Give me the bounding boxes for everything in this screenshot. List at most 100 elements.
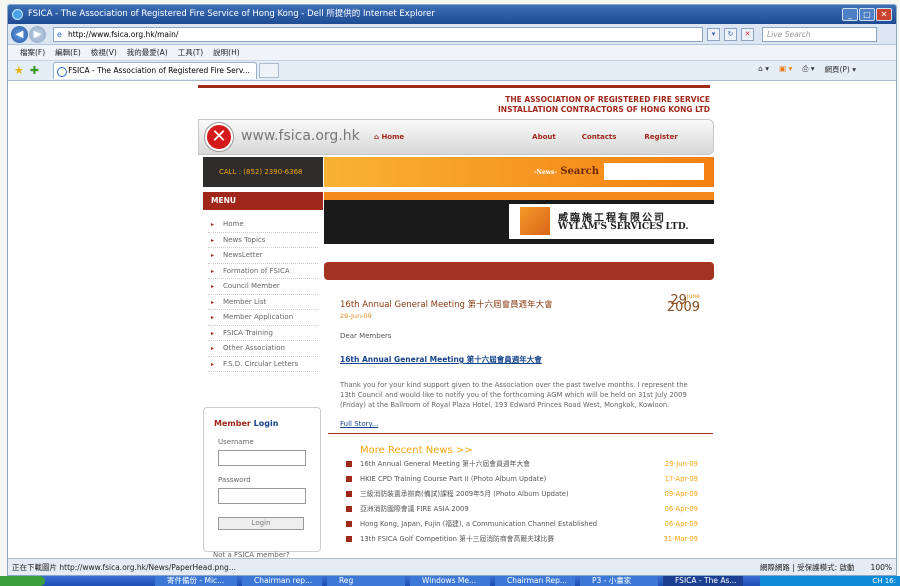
window-title: FSICA - The Association of Registered Fi…	[28, 9, 435, 19]
page-menu[interactable]: 網頁(P) ▾	[824, 64, 856, 75]
maximize-button[interactable]: □	[859, 8, 875, 21]
news-item[interactable]: 16th Annual General Meeting 第十六屆會員週年大會 29…	[346, 460, 698, 469]
menu-view[interactable]: 檢視(V)	[91, 47, 117, 58]
menu-item-formation[interactable]: Formation of FSICA	[208, 264, 318, 279]
news-title[interactable]: 16th Annual General Meeting 第十六屆會員週年大會	[360, 460, 658, 469]
bullet-icon	[346, 491, 352, 497]
news-date: 06-Apr-09	[664, 505, 698, 513]
site-logo-text[interactable]: www.fsica.org.hk	[241, 128, 360, 144]
menu-edit[interactable]: 編輯(E)	[55, 47, 81, 58]
sponsor-banner[interactable]: 威臨施工程有限公司 WYLAM'S SERVICES LTD.	[324, 192, 714, 244]
menu-item-training[interactable]: FSICA Training	[208, 326, 318, 341]
taskbar-item[interactable]: P3 - 小畫家	[580, 576, 658, 586]
login-title-member: Member	[214, 419, 251, 428]
live-search-input[interactable]: Live Search	[762, 26, 877, 42]
news-item[interactable]: 13th FSICA Golf Competition 第十三屆消防商會高爾夫球…	[346, 535, 698, 544]
news-item[interactable]: Hong Kong, Japan, Fujin (福建), a Communic…	[346, 520, 698, 529]
nav-home-label: Home	[381, 133, 405, 141]
menu-item-news-topics[interactable]: News Topics	[208, 233, 318, 248]
dropdown-icon[interactable]: ▾	[707, 27, 720, 41]
menu-item-council[interactable]: Council Member	[208, 279, 318, 295]
news-title[interactable]: HKIE CPD Training Course Part II (Photo …	[360, 475, 658, 484]
news-title[interactable]: 亞洲消防國際會議 FIRE ASIA 2009	[360, 505, 658, 514]
news-title[interactable]: 三級消防裝置承辦商(備試)課程 2009年5月 (Photo Album Upd…	[360, 490, 658, 499]
member-login-box: Member Login Username Password Login	[203, 407, 321, 552]
refresh-icon[interactable]: ↻	[724, 27, 737, 41]
url-input[interactable]: http://www.fsica.org.hk/main/	[53, 26, 703, 42]
login-button[interactable]: Login	[218, 517, 304, 530]
taskbar-item[interactable]: 寄件備份 - Mic...	[155, 576, 237, 586]
news-title[interactable]: Hong Kong, Japan, Fujin (福建), a Communic…	[360, 520, 658, 529]
new-tab-button[interactable]	[259, 63, 280, 78]
bullet-icon	[346, 476, 352, 482]
search-label-main: Search	[560, 166, 600, 177]
browser-window: FSICA - The Association of Registered Fi…	[7, 4, 897, 576]
news-date: 17-Apr-09	[664, 475, 698, 483]
news-item[interactable]: HKIE CPD Training Course Part II (Photo …	[346, 475, 698, 484]
assoc-line-2: INSTALLATION CONTRACTORS OF HONG KONG LT…	[498, 105, 710, 114]
article-greeting: Dear Members	[340, 332, 392, 340]
more-news-heading[interactable]: More Recent News >>	[360, 445, 473, 456]
search-input[interactable]	[604, 163, 704, 180]
banner-english-name: WYLAM'S SERVICES LTD.	[558, 222, 689, 232]
news-title[interactable]: 13th FSICA Golf Competition 第十三屆消防商會高爾夫球…	[360, 535, 658, 544]
taskbar-item[interactable]: FSICA - The As...	[663, 576, 743, 586]
taskbar-item[interactable]: Windows Me...	[410, 576, 490, 586]
featured-article: 16th Annual General Meeting 第十六屆會員週年大會 2…	[340, 293, 700, 428]
menu-item-other-association[interactable]: Other Association	[208, 341, 318, 357]
taskbar-item[interactable]: Chairman Rep...	[495, 576, 575, 586]
password-field[interactable]	[218, 488, 306, 504]
menu-file[interactable]: 檔案(F)	[20, 47, 45, 58]
feeds-icon[interactable]: ▣ ▾	[779, 64, 792, 75]
menu-item-fsd-letters[interactable]: F.S.D. Circular Letters	[208, 357, 318, 372]
fsica-logo-icon[interactable]: ✕	[205, 123, 233, 151]
call-number: CALL : (852) 2390-6368	[203, 157, 323, 187]
article-body: Thank you for your kind support given to…	[340, 381, 688, 409]
news-item[interactable]: 亞洲消防國際會議 FIRE ASIA 2009 06-Apr-09	[346, 505, 698, 514]
article-link[interactable]: 16th Annual General Meeting 第十六屆會員週年大會	[340, 354, 700, 365]
nav-about[interactable]: About	[532, 133, 556, 141]
menu-bar: 檔案(F) 編輯(E) 檢視(V) 我的最愛(A) 工具(T) 說明(H)	[8, 45, 896, 61]
taskbar-item[interactable]: Chairman rep...	[242, 576, 322, 586]
print-icon[interactable]: ⎙ ▾	[802, 64, 814, 75]
back-button[interactable]: ◀	[11, 25, 28, 43]
minimize-button[interactable]: _	[842, 8, 858, 21]
menu-favorites[interactable]: 我的最愛(A)	[127, 47, 168, 58]
zone-status: 網際網路 | 受保護模式: 啟動	[759, 563, 855, 572]
wylam-logo-icon	[520, 207, 550, 235]
tab-fsica[interactable]: FSICA - The Association of Registered Fi…	[53, 62, 258, 79]
nav-register[interactable]: Register	[644, 133, 677, 141]
menu-item-newsletter[interactable]: NewsLetter	[208, 248, 318, 264]
banner-stripe	[324, 192, 714, 200]
start-button[interactable]	[0, 576, 45, 586]
bullet-icon	[346, 506, 352, 512]
menu-item-home[interactable]: Home	[208, 217, 318, 233]
forward-button[interactable]: ▶	[29, 25, 46, 43]
zoom-level[interactable]: 100%	[871, 559, 892, 575]
home-icon[interactable]: ⌂ ▾	[758, 64, 769, 75]
menu-help[interactable]: 說明(H)	[213, 47, 240, 58]
news-list: 16th Annual General Meeting 第十六屆會員週年大會 29…	[346, 460, 698, 550]
nav-home[interactable]: ⌂ Home	[374, 133, 404, 141]
favorites-star-icon[interactable]: ★	[14, 64, 24, 77]
news-item[interactable]: 三級消防裝置承辦商(備試)課程 2009年5月 (Photo Album Upd…	[346, 490, 698, 499]
taskbar: 寄件備份 - Mic... Chairman rep... Reg Window…	[0, 576, 900, 586]
username-field[interactable]	[218, 450, 306, 466]
site-page: THE ASSOCIATION OF REGISTERED FIRE SERVI…	[198, 82, 714, 559]
article-title[interactable]: 16th Annual General Meeting 第十六屆會員週年大會	[340, 298, 700, 310]
search-bar: -News- Search	[324, 157, 714, 187]
full-story-link[interactable]: Full Story...	[340, 420, 700, 428]
add-favorites-icon[interactable]: ✚	[30, 64, 39, 77]
section-bar	[324, 262, 714, 280]
close-button[interactable]: ✕	[876, 8, 892, 21]
menu-item-member-application[interactable]: Member Application	[208, 310, 318, 326]
tab-bar: ★ ✚ FSICA - The Association of Registere…	[8, 61, 896, 81]
article-date: 29-Jun-09	[340, 312, 372, 320]
nav-contacts[interactable]: Contacts	[582, 133, 617, 141]
login-title: Member Login	[214, 419, 278, 428]
menu-tools[interactable]: 工具(T)	[178, 47, 203, 58]
stop-icon[interactable]: ✕	[741, 27, 754, 41]
taskbar-item[interactable]: Reg	[327, 576, 405, 586]
menu-item-member-list[interactable]: Member List	[208, 295, 318, 310]
title-bar: FSICA - The Association of Registered Fi…	[8, 5, 896, 24]
